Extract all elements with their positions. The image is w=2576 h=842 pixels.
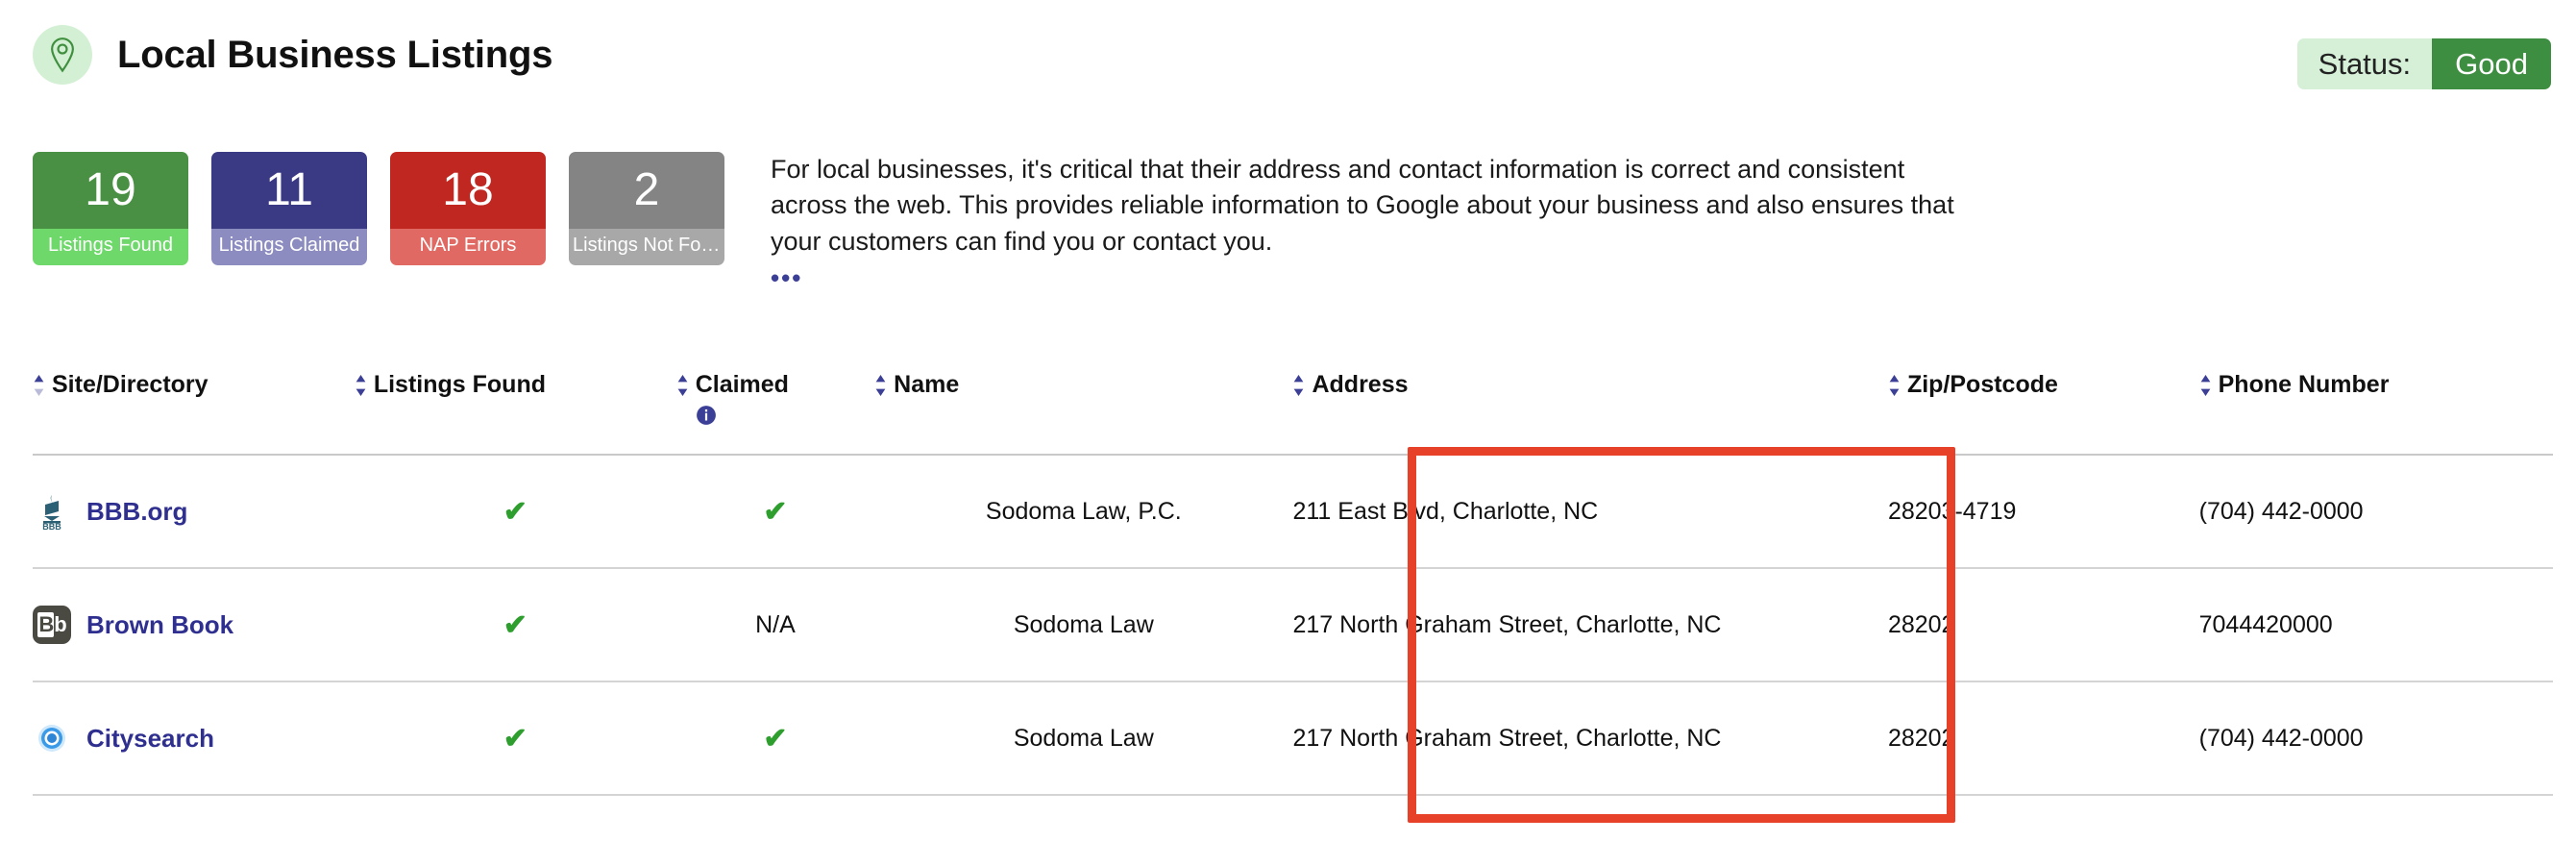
cell-phone: (704) 442-0000 <box>2198 681 2553 796</box>
cell-name: Sodoma Law <box>874 681 1293 796</box>
stat-card-value: 11 <box>211 152 367 229</box>
cell-name: Sodoma Law, P.C. <box>874 455 1293 569</box>
summary-section: 19 Listings Found 11 Listings Claimed 18… <box>33 152 2553 291</box>
stat-card-label: Listings Claimed <box>211 229 367 265</box>
cell-listings-found: ✔ <box>354 455 676 569</box>
check-icon: ✔ <box>763 495 788 528</box>
description-text: For local businesses, it's critical that… <box>771 155 1954 256</box>
sort-arrows-icon[interactable] <box>1888 375 1901 403</box>
stat-card-value: 18 <box>390 152 546 229</box>
status-badge-label: Status: <box>2296 38 2433 89</box>
column-header-label: Zip/Postcode <box>1906 371 2058 398</box>
stat-card-listings-claimed[interactable]: 11 Listings Claimed <box>211 152 367 265</box>
panel-header: Local Business Listings Status: Good <box>0 17 2576 92</box>
cell-name: Sodoma Law <box>874 568 1293 682</box>
page-title: Local Business Listings <box>117 33 553 76</box>
stat-card-listings-not-found[interactable]: 2 Listings Not Fou… <box>569 152 724 265</box>
stat-card-listings-found[interactable]: 19 Listings Found <box>33 152 188 265</box>
stat-card-label: NAP Errors <box>390 229 546 265</box>
column-header-address[interactable]: Address <box>1292 371 1888 456</box>
sort-arrows-icon[interactable] <box>874 375 887 403</box>
cell-address: 211 East Blvd, Charlotte, NC <box>1292 455 1888 569</box>
cell-site-directory: Citysearch <box>33 681 355 796</box>
column-header-label: Address <box>1312 371 1409 398</box>
stat-cards: 19 Listings Found 11 Listings Claimed 18… <box>33 152 724 265</box>
status-badge-value: Good <box>2432 38 2551 89</box>
cell-claimed: ✔ <box>675 681 875 796</box>
cell-phone: (704) 442-0000 <box>2198 455 2553 569</box>
brownbook-bb-icon: Bb <box>33 606 71 644</box>
stat-card-value: 2 <box>569 152 724 229</box>
cell-address: 217 North Graham Street, Charlotte, NC <box>1292 568 1888 682</box>
title-group: Local Business Listings <box>33 25 552 85</box>
cell-phone: 7044420000 <box>2198 568 2553 682</box>
cell-listings-found: ✔ <box>354 568 676 682</box>
check-icon: ✔ <box>763 722 788 755</box>
cell-site-directory: Bb Brown Book <box>33 568 355 682</box>
cell-claimed: ✔ <box>675 455 875 569</box>
cell-zip: 28202 <box>1887 568 2199 682</box>
stat-card-label: Listings Not Fou… <box>569 229 724 265</box>
stat-card-label: Listings Found <box>33 229 188 265</box>
citysearch-eye-icon <box>33 719 71 757</box>
map-pin-icon <box>33 25 92 85</box>
column-header-zip-postcode[interactable]: Zip/Postcode <box>1887 371 2199 456</box>
column-header-listings-found[interactable]: Listings Found <box>354 371 676 456</box>
check-icon: ✔ <box>503 722 527 755</box>
sort-arrows-icon[interactable] <box>355 375 367 403</box>
sort-arrows-icon[interactable] <box>1292 375 1305 403</box>
sort-arrows-icon[interactable] <box>676 375 689 403</box>
table-body: BBB BBB.org ✔ ✔ Sodoma Law, P.C. 211 Eas… <box>33 455 2553 796</box>
listings-table-container: Site/Directory Listings Found Claimed Na… <box>33 371 2553 796</box>
sort-arrows-icon[interactable] <box>2199 375 2212 403</box>
column-header-claimed[interactable]: Claimed <box>675 371 875 456</box>
column-header-phone-number[interactable]: Phone Number <box>2198 371 2553 456</box>
cell-claimed: N/A <box>675 568 875 682</box>
column-header-label: Phone Number <box>2218 371 2390 398</box>
cell-zip: 28202 <box>1887 681 2199 796</box>
column-header-label: Claimed <box>695 371 789 398</box>
stat-card-value: 19 <box>33 152 188 229</box>
column-header-site-directory[interactable]: Site/Directory <box>33 371 355 456</box>
site-name-link[interactable]: Citysearch <box>86 724 214 754</box>
show-more-ellipsis-button[interactable]: ••• <box>771 265 802 290</box>
cell-address: 217 North Graham Street, Charlotte, NC <box>1292 681 1888 796</box>
svg-text:BBB: BBB <box>42 522 61 531</box>
site-name-link[interactable]: Brown Book <box>86 610 233 640</box>
table-row[interactable]: BBB BBB.org ✔ ✔ Sodoma Law, P.C. 211 Eas… <box>33 455 2553 569</box>
stat-card-nap-errors[interactable]: 18 NAP Errors <box>390 152 546 265</box>
check-icon: ✔ <box>503 495 527 528</box>
table-row[interactable]: Bb Brown Book ✔ N/A Sodoma Law 217 North… <box>33 568 2553 682</box>
table-row[interactable]: Citysearch ✔ ✔ Sodoma Law 217 North Grah… <box>33 681 2553 796</box>
cell-site-directory: BBB BBB.org <box>33 455 355 569</box>
cell-zip: 28203-4719 <box>1887 455 2199 569</box>
column-header-name[interactable]: Name <box>874 371 1293 456</box>
bbb-torch-icon: BBB <box>33 492 71 531</box>
site-name-link[interactable]: BBB.org <box>86 497 187 527</box>
cell-listings-found: ✔ <box>354 681 676 796</box>
info-icon[interactable] <box>696 405 789 433</box>
check-icon: ✔ <box>503 608 527 641</box>
table-header: Site/Directory Listings Found Claimed Na… <box>33 371 2553 456</box>
column-header-label: Listings Found <box>373 371 546 398</box>
description-block: For local businesses, it's critical that… <box>771 152 1981 291</box>
sort-arrows-icon[interactable] <box>33 375 45 403</box>
listings-table: Site/Directory Listings Found Claimed Na… <box>33 371 2553 796</box>
column-header-label: Name <box>894 371 960 398</box>
local-business-listings-panel: Local Business Listings Status: Good 19 … <box>0 0 2576 842</box>
column-header-label: Site/Directory <box>52 371 209 398</box>
table-header-row: Site/Directory Listings Found Claimed Na… <box>33 371 2553 456</box>
status-badge: Status: Good <box>2296 38 2551 89</box>
